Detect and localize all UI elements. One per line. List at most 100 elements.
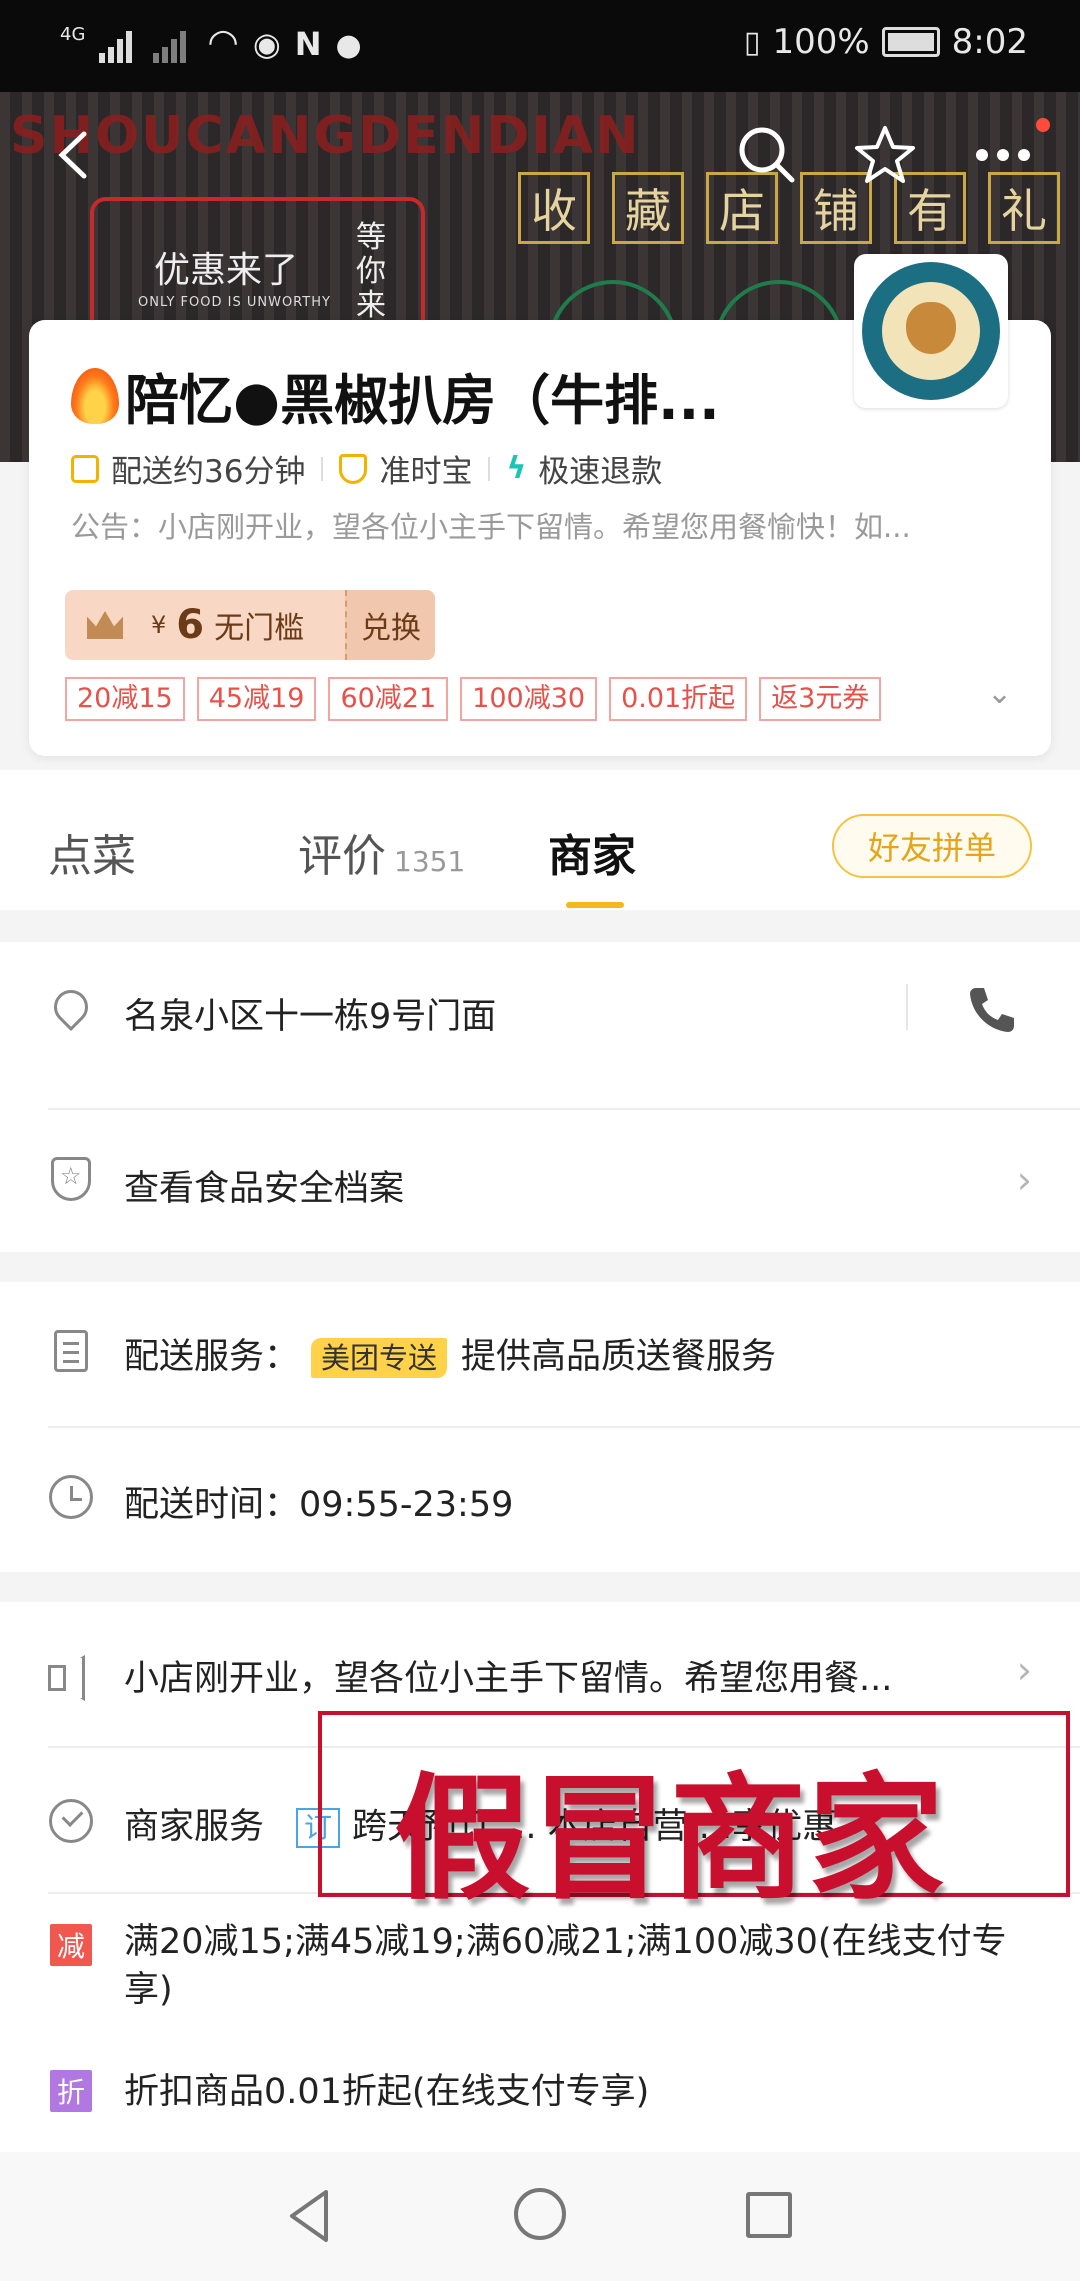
- expand-chevron-icon[interactable]: ⌄: [987, 676, 1012, 711]
- back-arrow-icon: [58, 131, 87, 179]
- merchant-service-label: 商家服务: [124, 1807, 265, 1847]
- ticket-side-text: 等你来: [356, 220, 386, 323]
- chevron-right-icon: ›: [1016, 1648, 1032, 1692]
- status-left: 4G ◠ ◉ N ●: [60, 22, 362, 63]
- nav-back-button[interactable]: [282, 2186, 338, 2246]
- active-tab-indicator: [566, 902, 624, 908]
- wifi-icon: ◠: [207, 22, 239, 63]
- shop-logo-badge: [862, 262, 1000, 400]
- coupon[interactable]: ¥ 6 无门槛 兑换: [65, 590, 435, 660]
- discount-badge: 折: [50, 2070, 92, 2112]
- food-safety-row[interactable]: 查看食品安全档案 ›: [0, 1108, 1080, 1252]
- clock-icon: [71, 454, 99, 483]
- speaker-icon: [48, 1652, 94, 1698]
- favorite-button[interactable]: [850, 120, 920, 190]
- tab-bar: 点菜 评价 1351 商家 好友拼单: [0, 770, 1080, 910]
- coupon-label: 无门槛: [214, 611, 305, 646]
- coupon-exchange-button[interactable]: 兑换: [345, 590, 435, 660]
- reduce-icon: 减: [48, 1922, 94, 1968]
- meituan-delivery-badge: 美团专送: [311, 1338, 448, 1378]
- fake-merchant-stamp: 假冒商家: [318, 1711, 1070, 1919]
- ticket-main-text: 优惠来了: [154, 250, 299, 291]
- nav-home-button[interactable]: [514, 2188, 566, 2240]
- cow-mascot-icon: [906, 302, 956, 354]
- more-dots-icon: [976, 149, 1030, 161]
- tab-label: 评价: [298, 831, 386, 882]
- divider: [906, 984, 908, 1030]
- promo-tag: 45减19: [196, 677, 317, 721]
- section-address: 名泉小区十一栋9号门面 查看食品安全档案 ›: [0, 942, 1080, 1252]
- delivery-service-label: 配送服务：: [124, 1337, 300, 1377]
- promo-row-discount: 折 折扣商品0.01折起(在线支付专享): [0, 2068, 1080, 2128]
- meta-label: 极速退款: [538, 454, 663, 490]
- promo-tags: 20减15 45减19 60减21 100减30 0.01折起 返3元券: [65, 677, 882, 721]
- tab-reviews[interactable]: 评价 1351: [298, 820, 465, 884]
- search-button[interactable]: [732, 120, 802, 190]
- divider: [488, 456, 491, 481]
- document-icon: [48, 1328, 94, 1374]
- delivery-time-text: 配送时间：09:55-23:59: [124, 1485, 514, 1525]
- shield-icon: [339, 453, 368, 484]
- more-button[interactable]: [968, 120, 1038, 190]
- promo-tag: 0.01折起: [609, 677, 748, 721]
- signal-icon: [99, 29, 139, 63]
- clock-icon: [48, 1474, 94, 1520]
- clock-time: 8:02: [951, 22, 1028, 62]
- flame-icon: [71, 367, 119, 424]
- address-row[interactable]: 名泉小区十一栋9号门面: [0, 942, 1080, 1072]
- eye-icon: ◉: [252, 25, 281, 63]
- nav-recents-button[interactable]: [746, 2192, 792, 2238]
- meta-fast-refund: ϟ 极速退款: [506, 446, 662, 491]
- delivery-service-row: 配送服务： 美团专送 提供高品质送餐服务: [0, 1282, 1080, 1426]
- food-safety-text: 查看食品安全档案: [124, 1169, 405, 1209]
- coupon-amount: 6: [176, 602, 205, 648]
- status-right: ▯ 100% 8:02: [744, 22, 1028, 62]
- bolt-icon: ϟ: [506, 451, 527, 486]
- ticket-sub-text: ONLY FOOD IS UNWORTHY: [138, 295, 331, 310]
- reduce-badge: 减: [50, 1924, 92, 1966]
- delivery-service-desc: 提供高品质送餐服务: [461, 1337, 777, 1377]
- back-button[interactable]: [40, 120, 110, 190]
- banner-tile: 藏: [612, 172, 684, 244]
- promo-tag: 100减30: [460, 677, 598, 721]
- crown-icon: [87, 611, 123, 639]
- address-text: 名泉小区十一栋9号门面: [124, 997, 497, 1037]
- tab-label: 点菜: [48, 831, 136, 882]
- star-icon: [855, 126, 915, 183]
- signal-2-icon: [153, 29, 193, 63]
- delivery-time-row: 配送时间：09:55-23:59: [0, 1426, 1080, 1572]
- promo-reduce-text: 满20减15;满45减19;满60减21;满100减30(在线支付专享): [124, 1922, 1007, 2010]
- tab-order[interactable]: 点菜: [48, 820, 136, 884]
- status-bar: 4G ◠ ◉ N ● ▯ 100% 8:02: [0, 0, 1080, 92]
- meta-label: 配送约36分钟: [111, 454, 306, 490]
- shop-title-row: 陪忆●黑椒扒房（牛排...: [71, 356, 720, 435]
- shop-meta-row: 配送约36分钟 准时宝 ϟ 极速退款: [71, 446, 662, 491]
- divider: [321, 456, 324, 481]
- check-circle-icon: [48, 1798, 94, 1844]
- delivery-service-text: 配送服务： 美团专送 提供高品质送餐服务: [124, 1328, 776, 1379]
- wechat-icon: ●: [335, 28, 362, 63]
- meta-on-time: 准时宝: [339, 446, 472, 491]
- coupon-value: ¥ 6 无门槛: [65, 590, 345, 660]
- phone-call-button[interactable]: [964, 982, 1020, 1038]
- shop-notice[interactable]: 公告：小店刚开业，望各位小主手下留情。希望您用餐愉快！如...: [71, 504, 1051, 546]
- announcement-text: 小店刚开业，望各位小主手下留情。希望您用餐...: [124, 1659, 893, 1699]
- safety-shield-icon: [48, 1156, 94, 1202]
- coupon-currency: ¥: [151, 611, 167, 639]
- promo-row-reduce: 减 满20减15;满45减19;满60减21;满100减30(在线支付专享): [0, 1918, 1080, 2038]
- promo-discount-text: 折扣商品0.01折起(在线支付专享): [124, 2072, 650, 2112]
- vibrate-icon: ▯: [743, 24, 761, 60]
- banner-tile: 收: [518, 172, 590, 244]
- tab-label: 商家: [548, 831, 636, 882]
- fake-merchant-stamp-text: 假冒商家: [394, 1761, 946, 1919]
- section-delivery: 配送服务： 美团专送 提供高品质送餐服务 配送时间：09:55-23:59: [0, 1282, 1080, 1572]
- shop-logo: [854, 254, 1008, 408]
- group-order-button[interactable]: 好友拼单: [832, 814, 1032, 878]
- review-count: 1351: [394, 845, 466, 878]
- notification-dot: [1036, 118, 1050, 132]
- meta-delivery-time: 配送约36分钟: [71, 446, 305, 491]
- discount-icon: 折: [48, 2068, 94, 2114]
- promo-tag: 20减15: [65, 677, 185, 721]
- search-icon: [739, 127, 795, 183]
- tab-merchant[interactable]: 商家: [548, 820, 636, 884]
